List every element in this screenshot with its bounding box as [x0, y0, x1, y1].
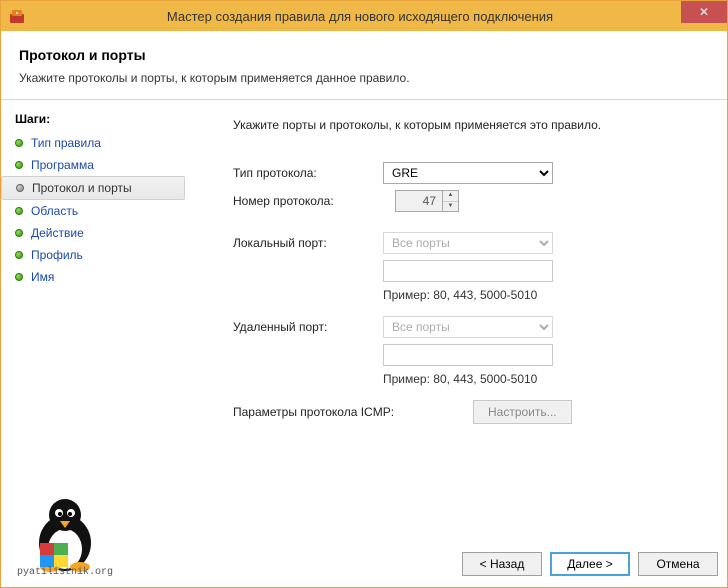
step-label: Область [31, 204, 78, 218]
protocol-number-label: Номер протокола: [233, 194, 383, 208]
row-local-port-text [233, 260, 705, 282]
icmp-configure-button: Настроить... [473, 400, 572, 424]
page-title: Протокол и порты [19, 47, 709, 63]
bullet-icon [15, 251, 23, 259]
local-port-select: Все порты [383, 232, 553, 254]
steps-heading: Шаги: [1, 108, 185, 132]
bullet-icon [15, 273, 23, 281]
step-name[interactable]: Имя [1, 266, 185, 288]
step-label: Программа [31, 158, 94, 172]
remote-port-label: Удаленный порт: [233, 320, 383, 334]
penguin-icon [20, 493, 110, 573]
spinner-buttons[interactable]: ▲ ▼ [443, 190, 459, 212]
local-port-example: Пример: 80, 443, 5000-5010 [383, 288, 705, 302]
next-button[interactable]: Далее > [550, 552, 630, 576]
row-protocol-number: Номер протокола: ▲ ▼ [233, 190, 705, 212]
icmp-label: Параметры протокола ICMP: [233, 405, 473, 419]
chevron-up-icon: ▲ [443, 191, 458, 202]
bullet-icon [16, 184, 24, 192]
steps-sidebar: Шаги: Тип правила Программа Протокол и п… [1, 100, 193, 530]
content-area: Укажите порты и протоколы, к которым при… [193, 100, 727, 530]
chevron-down-icon: ▼ [443, 202, 458, 212]
remote-port-input [383, 344, 553, 366]
cancel-button[interactable]: Отмена [638, 552, 718, 576]
watermark-text: pyatilistnik.org [10, 567, 120, 578]
app-icon [9, 8, 25, 24]
bullet-icon [15, 139, 23, 147]
row-remote-port-text [233, 344, 705, 366]
local-port-input [383, 260, 553, 282]
page-subtitle: Укажите протоколы и порты, к которым при… [19, 71, 709, 85]
header-section: Протокол и порты Укажите протоколы и пор… [1, 31, 727, 100]
step-label: Протокол и порты [32, 181, 132, 195]
close-icon: ✕ [699, 5, 709, 19]
close-button[interactable]: ✕ [681, 1, 727, 23]
protocol-number-input[interactable] [395, 190, 443, 212]
bullet-icon [15, 161, 23, 169]
step-label: Действие [31, 226, 84, 240]
step-program[interactable]: Программа [1, 154, 185, 176]
step-label: Профиль [31, 248, 83, 262]
local-port-label: Локальный порт: [233, 236, 383, 250]
content-intro: Укажите порты и протоколы, к которым при… [233, 118, 705, 132]
step-label: Имя [31, 270, 54, 284]
bullet-icon [15, 207, 23, 215]
step-scope[interactable]: Область [1, 200, 185, 222]
step-protocol-ports[interactable]: Протокол и порты [1, 176, 185, 200]
row-remote-port: Удаленный порт: Все порты [233, 316, 705, 338]
step-profile[interactable]: Профиль [1, 244, 185, 266]
row-protocol-type: Тип протокола: GRE [233, 162, 705, 184]
step-action[interactable]: Действие [1, 222, 185, 244]
titlebar: Мастер создания правила для нового исход… [1, 1, 727, 31]
footer-buttons: < Назад Далее > Отмена [462, 552, 718, 576]
row-icmp: Параметры протокола ICMP: Настроить... [233, 400, 705, 424]
step-rule-type[interactable]: Тип правила [1, 132, 185, 154]
row-local-port: Локальный порт: Все порты [233, 232, 705, 254]
protocol-number-spinner: ▲ ▼ [395, 190, 463, 212]
back-button[interactable]: < Назад [462, 552, 542, 576]
protocol-type-label: Тип протокола: [233, 166, 383, 180]
window-title: Мастер создания правила для нового исход… [33, 9, 687, 24]
wizard-body: Шаги: Тип правила Программа Протокол и п… [1, 100, 727, 530]
protocol-type-select[interactable]: GRE [383, 162, 553, 184]
watermark: pyatilistnik.org [10, 493, 120, 578]
step-label: Тип правила [31, 136, 101, 150]
remote-port-example: Пример: 80, 443, 5000-5010 [383, 372, 705, 386]
bullet-icon [15, 229, 23, 237]
remote-port-select: Все порты [383, 316, 553, 338]
